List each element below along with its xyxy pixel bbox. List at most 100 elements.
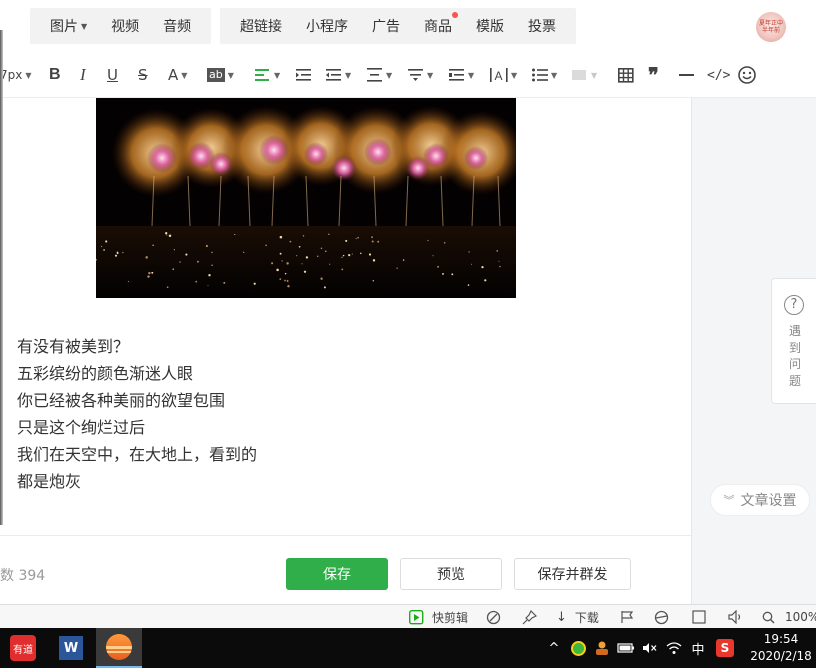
emoji-icon[interactable] xyxy=(738,64,756,86)
word-count: 数 394 xyxy=(0,568,46,584)
translate-icon[interactable] xyxy=(486,609,501,625)
chevron-down-icon: ▼ xyxy=(427,70,434,80)
tray-expand-icon[interactable]: ^ xyxy=(546,628,562,668)
margin-icon[interactable]: ▼ xyxy=(449,64,474,86)
body-line-1: 有没有被美到？ xyxy=(17,337,130,356)
city-light xyxy=(148,271,151,275)
tray-volume-muted-icon[interactable] xyxy=(640,628,660,668)
divider-icon[interactable] xyxy=(679,64,694,86)
insert-video-button[interactable]: 视频 xyxy=(99,16,151,36)
flag-svg xyxy=(621,611,634,623)
code-icon[interactable]: </> xyxy=(707,64,730,86)
panel-shadow xyxy=(0,30,3,525)
taskbar-app-word[interactable]: W xyxy=(48,628,94,668)
insert-product-button[interactable]: 商品 xyxy=(412,12,464,36)
tray-battery-icon[interactable] xyxy=(616,628,636,668)
city-light xyxy=(467,284,470,286)
border-icon[interactable]: ▼ xyxy=(572,64,597,86)
tray-user-icon[interactable] xyxy=(592,628,612,668)
tray-360-svg xyxy=(570,640,586,656)
translate-svg xyxy=(486,610,501,624)
quote-icon[interactable]: ❞ xyxy=(648,64,659,87)
strikethrough-icon[interactable]: S xyxy=(138,64,148,86)
user-avatar[interactable]: 夏年正中 半年前 xyxy=(756,12,786,42)
tray-user-svg xyxy=(596,641,608,655)
insert-template-button[interactable]: 模版 xyxy=(464,16,516,36)
city-light xyxy=(498,260,500,262)
ie-icon[interactable] xyxy=(654,609,669,625)
preview-button[interactable]: 预览 xyxy=(400,558,502,590)
city-light xyxy=(372,259,376,262)
font-color-icon[interactable]: A ▼ xyxy=(168,64,187,86)
pink-burst xyxy=(209,152,233,176)
city-light xyxy=(101,245,103,248)
quick-edit-button[interactable]: 快剪辑 xyxy=(409,609,468,625)
city-light xyxy=(303,270,307,273)
city-light xyxy=(317,255,319,257)
table-icon[interactable] xyxy=(618,64,634,86)
pink-burst xyxy=(464,146,488,170)
tray-sogou-icon[interactable]: S xyxy=(714,628,736,668)
flag-icon[interactable] xyxy=(620,609,634,625)
pink-burst xyxy=(304,142,328,166)
sound-icon[interactable] xyxy=(728,609,743,625)
insert-audio-button[interactable]: 音频 xyxy=(151,16,203,36)
city-light xyxy=(371,236,373,239)
taskbar-clock[interactable]: 19:54 2020/2/18 xyxy=(748,631,814,665)
align-left-icon[interactable]: ▼ xyxy=(255,64,280,86)
insert-vote-button[interactable]: 投票 xyxy=(516,16,568,36)
bold-icon[interactable]: B xyxy=(49,64,61,86)
youdao-icon: 有道 xyxy=(10,635,36,661)
indent-icon[interactable] xyxy=(296,64,312,86)
insert-image-button[interactable]: 图片 ▼ xyxy=(38,16,99,36)
first-line-indent-svg xyxy=(326,69,341,81)
paragraph-spacing-icon[interactable]: ▼ xyxy=(408,64,433,86)
help-char: 问 xyxy=(789,357,802,371)
save-and-send-button[interactable]: 保存并群发 xyxy=(514,558,631,590)
city-light xyxy=(284,272,287,275)
pin-icon[interactable] xyxy=(522,609,537,625)
pink-burst xyxy=(364,138,392,166)
highlight-icon[interactable]: ab ▼ xyxy=(207,64,234,86)
city-light xyxy=(329,263,331,265)
taskbar-app-youdao[interactable]: 有道 xyxy=(0,628,46,668)
article-image[interactable] xyxy=(96,98,516,298)
insert-ad-button[interactable]: 广告 xyxy=(360,16,412,36)
tray-ime-icon[interactable]: 中 xyxy=(688,628,708,668)
unordered-list-icon[interactable]: ▼ xyxy=(532,64,557,86)
tray-wifi-icon[interactable] xyxy=(664,628,684,668)
city-light xyxy=(265,244,267,247)
city-light xyxy=(205,244,208,248)
insert-miniprogram-button[interactable]: 小程序 xyxy=(294,16,360,36)
body-line-4: 只是这个绚烂过后 xyxy=(17,418,146,437)
city-light xyxy=(320,247,323,250)
city-light xyxy=(320,277,323,280)
download-button[interactable]: ↓ 下载 xyxy=(556,609,599,625)
download-label: 下载 xyxy=(574,610,599,625)
city-light xyxy=(499,265,501,268)
save-button[interactable]: 保存 xyxy=(286,558,388,590)
article-body[interactable]: 有没有被美到？ 五彩缤纷的颜色渐迷人眼 你已经被各种美丽的欲望包围 只是这个绚烂… xyxy=(17,333,257,495)
letter-spacing-icon[interactable]: A ▼ xyxy=(490,64,517,86)
city-light xyxy=(432,255,434,257)
format-toolbar: 7px ▼ B I U S A ▼ ab ▼ ▼ ▼ ▼ ▼ ▼ A ▼ ▼ ▼ ❞ <… xyxy=(0,52,816,98)
line-height-icon[interactable]: ▼ xyxy=(367,64,392,86)
city-light xyxy=(427,239,429,242)
italic-icon[interactable]: I xyxy=(80,64,86,86)
window-icon[interactable] xyxy=(692,609,706,625)
article-settings-button[interactable]: ︾ 文章设置 xyxy=(710,484,810,516)
first-line-indent-icon[interactable]: ▼ xyxy=(326,64,351,86)
underline-icon[interactable]: U xyxy=(107,64,118,86)
help-button[interactable]: ? 遇 到 问 题 xyxy=(771,278,816,404)
zoom-control[interactable]: 100% xyxy=(762,609,816,625)
sound-svg xyxy=(728,610,741,624)
city-light xyxy=(122,251,124,254)
content-group: 超链接 小程序 广告 商品 模版 投票 xyxy=(220,8,576,44)
taskbar-app-browser[interactable] xyxy=(96,628,142,668)
tray-360-icon[interactable] xyxy=(568,628,588,668)
font-size-value: 7px xyxy=(0,68,23,82)
font-size-select[interactable]: 7px ▼ xyxy=(0,64,32,86)
city-light xyxy=(152,244,154,247)
insert-hyperlink-button[interactable]: 超链接 xyxy=(228,16,294,36)
city-light xyxy=(328,233,330,236)
